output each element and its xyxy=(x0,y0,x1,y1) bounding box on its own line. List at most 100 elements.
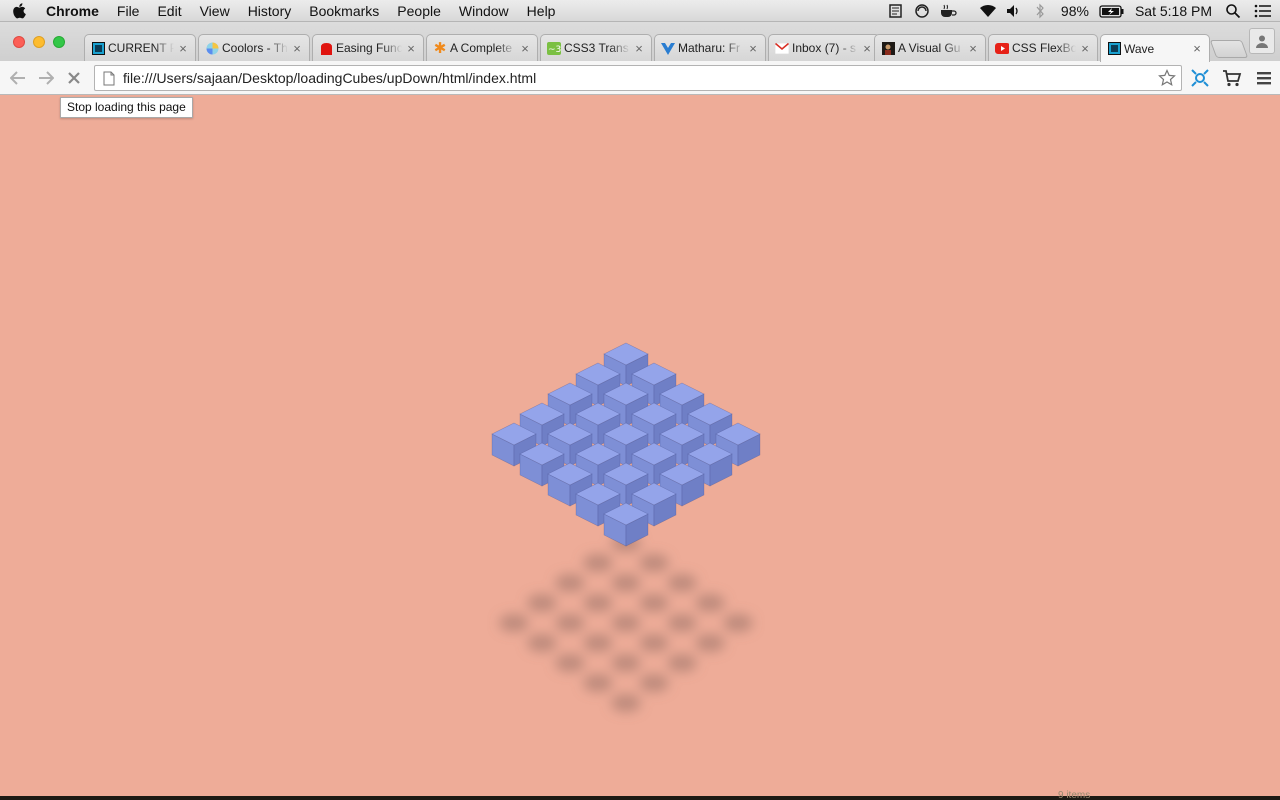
clock[interactable]: Sat 5:18 PM xyxy=(1127,3,1220,19)
cube-scene xyxy=(0,95,1280,796)
profile-button[interactable] xyxy=(1249,28,1275,54)
tab-close-icon[interactable]: × xyxy=(519,41,531,56)
tab-title: Inbox (7) - s xyxy=(792,41,857,55)
cube-shadow xyxy=(555,574,585,592)
menu-hamburger-icon[interactable] xyxy=(1251,66,1277,90)
cube-shadow xyxy=(555,654,585,672)
new-tab-button[interactable] xyxy=(1209,40,1249,58)
cube-shadow xyxy=(611,654,641,672)
tab-close-icon[interactable]: × xyxy=(1079,41,1091,56)
cube-shadow xyxy=(611,614,641,632)
tab-easing[interactable]: Easing Func × xyxy=(312,34,424,61)
menu-bookmarks[interactable]: Bookmarks xyxy=(300,0,388,22)
tab-coolors[interactable]: Coolors - Th × xyxy=(198,34,310,61)
cube-shadow xyxy=(695,594,725,612)
menu-help[interactable]: Help xyxy=(518,0,565,22)
tab-close-icon[interactable]: × xyxy=(967,41,979,56)
asterisk-icon: ✱ xyxy=(433,40,447,57)
dark-thumbnail-icon xyxy=(881,41,895,55)
window-close-button[interactable] xyxy=(13,36,25,48)
stop-loading-tooltip: Stop loading this page xyxy=(60,97,193,118)
menu-file[interactable]: File xyxy=(108,0,149,22)
menu-view[interactable]: View xyxy=(191,0,239,22)
tab-strip: CURRENT P × Coolors - Th × Easing Func ×… xyxy=(0,22,1280,62)
tab-title: CSS3 Trans xyxy=(564,41,629,55)
stop-button[interactable] xyxy=(62,66,86,90)
cube-shadow xyxy=(583,554,613,572)
forward-button[interactable] xyxy=(34,66,58,90)
tab-title: Easing Func xyxy=(336,41,402,55)
address-bar[interactable]: file:///Users/sajaan/Desktop/loadingCube… xyxy=(94,65,1182,91)
extension-icon[interactable] xyxy=(1187,66,1213,90)
tab-close-icon[interactable]: × xyxy=(861,41,873,56)
tab-close-icon[interactable]: × xyxy=(291,41,303,56)
page-viewport xyxy=(0,95,1280,796)
tab-title: A Visual Gu xyxy=(898,41,961,55)
url-text[interactable]: file:///Users/sajaan/Desktop/loadingCube… xyxy=(121,70,536,86)
cube-shadow xyxy=(639,594,669,612)
tab-close-icon[interactable]: × xyxy=(1191,41,1203,56)
tab-css-flexbox[interactable]: CSS FlexBo × xyxy=(988,34,1098,61)
tab-wave[interactable]: Wave × xyxy=(1100,34,1210,62)
bluetooth-icon[interactable] xyxy=(1027,0,1053,22)
search-icon[interactable] xyxy=(1220,0,1246,22)
tab-matharu[interactable]: Matharu: Fr × xyxy=(654,34,766,61)
tab-css3-transforms[interactable]: ~3 CSS3 Trans × xyxy=(540,34,652,61)
tab-title: Wave xyxy=(1124,41,1155,56)
tab-title: CSS FlexBo xyxy=(1012,41,1076,55)
menu-bar: Chrome File Edit View History Bookmarks … xyxy=(0,0,1280,22)
youtube-icon xyxy=(995,41,1009,55)
tab-inbox[interactable]: Inbox (7) - s × xyxy=(768,34,880,61)
tab-visual-guide[interactable]: A Visual Gu × xyxy=(874,34,986,61)
page-icon xyxy=(97,66,121,90)
cube-shadow xyxy=(583,674,613,692)
menu-history[interactable]: History xyxy=(239,0,301,22)
tab-close-icon[interactable]: × xyxy=(177,41,189,56)
cube-shadow xyxy=(639,674,669,692)
volume-icon[interactable] xyxy=(1001,0,1027,22)
cart-icon[interactable] xyxy=(1219,66,1245,90)
back-button[interactable] xyxy=(6,66,30,90)
battery-icon[interactable] xyxy=(1097,0,1127,22)
window-zoom-button[interactable] xyxy=(53,36,65,48)
items-count-text: 9 items xyxy=(1058,790,1091,800)
cube-shadow xyxy=(611,574,641,592)
tab-close-icon[interactable]: × xyxy=(405,41,417,56)
cube-shadow xyxy=(723,614,753,632)
cube-shadow xyxy=(555,614,585,632)
tab-close-icon[interactable]: × xyxy=(747,41,759,56)
cube-shadow xyxy=(667,574,697,592)
cube-shadow xyxy=(639,554,669,572)
gmail-icon xyxy=(775,41,789,55)
tab-close-icon[interactable]: × xyxy=(633,41,645,56)
easing-icon xyxy=(319,41,333,55)
teal-square-icon xyxy=(1107,42,1121,56)
bookmark-star-icon[interactable] xyxy=(1157,68,1177,88)
window-minimize-button[interactable] xyxy=(33,36,45,48)
apple-icon[interactable] xyxy=(0,2,38,19)
svg-text:~3: ~3 xyxy=(548,45,561,55)
sync-icon[interactable] xyxy=(909,0,935,22)
cube-shadow xyxy=(611,694,641,712)
menu-app-chrome[interactable]: Chrome xyxy=(38,0,108,22)
tab-complete-guide[interactable]: ✱ A Complete × xyxy=(426,34,538,61)
tab-title: CURRENT P xyxy=(108,41,174,55)
tab-title: Matharu: Fr xyxy=(678,41,741,55)
css3-icon: ~3 xyxy=(547,41,561,55)
menu-people[interactable]: People xyxy=(388,0,450,22)
menu-window[interactable]: Window xyxy=(450,0,518,22)
coffee-icon[interactable] xyxy=(935,0,961,22)
menu-edit[interactable]: Edit xyxy=(148,0,190,22)
cube-shadow xyxy=(583,594,613,612)
tab-title: Coolors - Th xyxy=(222,41,288,55)
cube-shadow xyxy=(583,634,613,652)
browser-toolbar: file:///Users/sajaan/Desktop/loadingCube… xyxy=(0,61,1280,95)
list-icon[interactable] xyxy=(1246,0,1280,22)
wifi-icon[interactable] xyxy=(975,0,1001,22)
notes-icon[interactable] xyxy=(883,0,909,22)
cube-shadow xyxy=(639,634,669,652)
v-logo-icon xyxy=(661,41,675,55)
tab-current[interactable]: CURRENT P × xyxy=(84,34,196,61)
tab-title: A Complete xyxy=(450,41,513,55)
coolors-icon xyxy=(205,41,219,55)
